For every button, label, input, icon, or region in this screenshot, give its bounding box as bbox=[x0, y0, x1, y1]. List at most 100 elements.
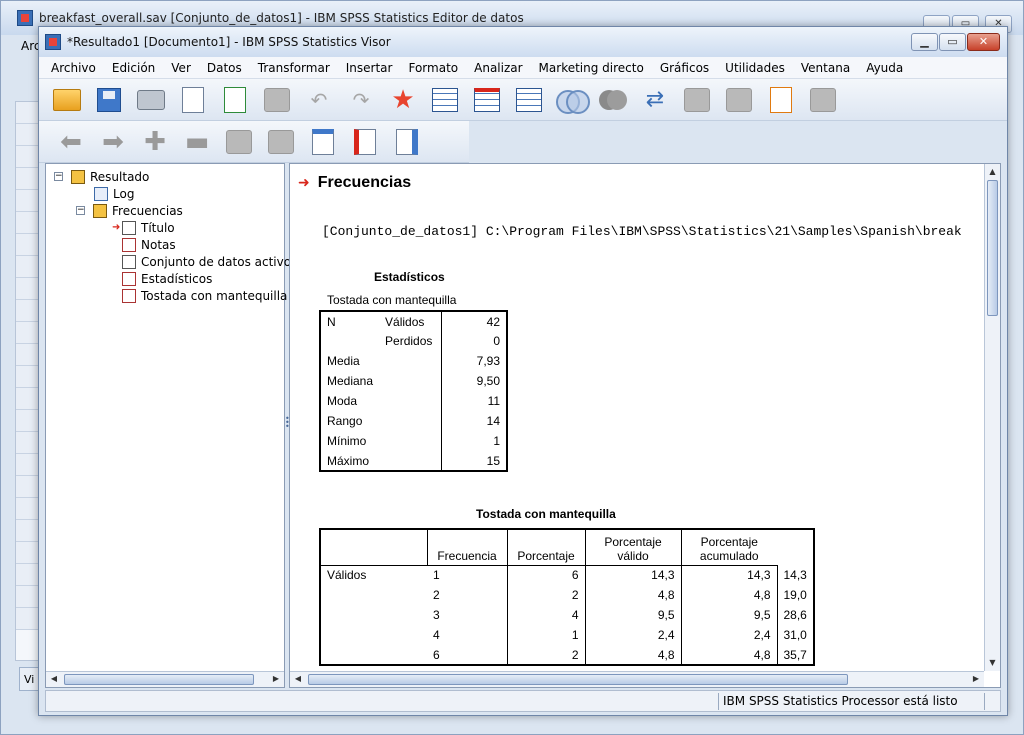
freq-porcentaje-valido[interactable]: 4,8 bbox=[680, 645, 777, 665]
insert-title-button[interactable] bbox=[349, 126, 381, 158]
minimize-button[interactable]: ▁ bbox=[911, 33, 938, 51]
run-script-button[interactable] bbox=[765, 84, 797, 116]
menu-edicion[interactable]: Edición bbox=[104, 61, 163, 75]
content-horizontal-scrollbar[interactable]: ◀ ▶ bbox=[290, 671, 984, 687]
collapse-icon[interactable]: − bbox=[76, 206, 85, 215]
insert-text-button[interactable] bbox=[391, 126, 423, 158]
frequency-table[interactable]: Frecuencia Porcentaje Porcentaje válido … bbox=[319, 528, 815, 666]
scroll-right-icon[interactable]: ▶ bbox=[269, 673, 283, 686]
status-resize-grip[interactable] bbox=[984, 693, 1000, 710]
freq-porcentaje[interactable]: 4,8 bbox=[584, 585, 681, 605]
stats-value[interactable]: 14 bbox=[440, 411, 508, 431]
freq-frecuencia[interactable]: 4 bbox=[506, 605, 585, 625]
print-button[interactable] bbox=[135, 84, 167, 116]
content-hscroll-thumb[interactable] bbox=[308, 674, 848, 685]
freq-porcentaje-valido[interactable]: 9,5 bbox=[680, 605, 777, 625]
goto-data-button[interactable]: ★ bbox=[387, 84, 419, 116]
recall-dialog-button[interactable] bbox=[261, 84, 293, 116]
pivot-button[interactable] bbox=[681, 84, 713, 116]
menu-ayuda[interactable]: Ayuda bbox=[858, 61, 911, 75]
freq-porcentaje-acumulado[interactable]: 14,3 bbox=[776, 565, 814, 585]
tree-item-log[interactable]: Log bbox=[54, 185, 291, 202]
output-title[interactable]: Frecuencias bbox=[318, 174, 411, 192]
menu-transformar[interactable]: Transformar bbox=[250, 61, 338, 75]
save-button[interactable] bbox=[93, 84, 125, 116]
tree-item-frecuencias[interactable]: − Frecuencias bbox=[54, 202, 291, 219]
designate-window-button[interactable]: ⇄ bbox=[639, 84, 671, 116]
menu-analizar[interactable]: Analizar bbox=[466, 61, 530, 75]
freq-porcentaje-acumulado[interactable]: 35,7 bbox=[776, 645, 814, 665]
menu-insertar[interactable]: Insertar bbox=[338, 61, 401, 75]
freq-porcentaje-acumulado[interactable]: 31,0 bbox=[776, 625, 814, 645]
stats-table[interactable]: N Válidos 42 Perdidos 0 Media 7,93 Mediana 9,50 M… bbox=[319, 310, 509, 472]
open-folder-button[interactable] bbox=[51, 84, 83, 116]
collapse-icon[interactable]: − bbox=[54, 172, 63, 181]
demote-button[interactable]: ➡ bbox=[97, 126, 129, 158]
tree-item-resultado[interactable]: − Resultado bbox=[54, 168, 291, 185]
tree-item-tostada[interactable]: Tostada con mantequilla bbox=[54, 287, 291, 304]
menu-graficos[interactable]: Gráficos bbox=[652, 61, 717, 75]
promote-button[interactable]: ⬅ bbox=[55, 126, 87, 158]
scroll-up-icon[interactable]: ▲ bbox=[986, 165, 999, 179]
menu-ventana[interactable]: Ventana bbox=[793, 61, 858, 75]
variables-button[interactable] bbox=[513, 84, 545, 116]
scroll-down-icon[interactable]: ▼ bbox=[986, 656, 999, 670]
maximize-button[interactable]: ▭ bbox=[939, 33, 966, 51]
freq-porcentaje[interactable]: 14,3 bbox=[584, 565, 681, 585]
scroll-right-icon[interactable]: ▶ bbox=[969, 673, 983, 686]
outline-scroll-thumb[interactable] bbox=[64, 674, 254, 685]
menu-formato[interactable]: Formato bbox=[400, 61, 466, 75]
dataset-syntax-line[interactable]: [Conjunto_de_datos1] C:\Program Files\IB… bbox=[322, 224, 962, 239]
content-vscroll-thumb[interactable] bbox=[987, 180, 998, 316]
undo-button[interactable]: ↶ bbox=[303, 84, 335, 116]
tree-item-titulo[interactable]: ➜ Título bbox=[54, 219, 291, 236]
scroll-left-icon[interactable]: ◀ bbox=[291, 673, 305, 686]
close-button[interactable]: ✕ bbox=[967, 33, 1000, 51]
show-button[interactable] bbox=[223, 126, 255, 158]
redo-button[interactable]: ↷ bbox=[345, 84, 377, 116]
stats-value[interactable]: 11 bbox=[440, 391, 508, 411]
freq-frecuencia[interactable]: 1 bbox=[506, 625, 585, 645]
freq-porcentaje-acumulado[interactable]: 19,0 bbox=[776, 585, 814, 605]
freq-frecuencia[interactable]: 2 bbox=[506, 585, 585, 605]
outline-horizontal-scrollbar[interactable]: ◀ ▶ bbox=[46, 671, 284, 687]
stats-row: Mínimo 1 bbox=[320, 431, 508, 451]
goto-variable-button[interactable] bbox=[471, 84, 503, 116]
show-all-variables-button[interactable] bbox=[597, 84, 629, 116]
print-preview-button[interactable] bbox=[177, 84, 209, 116]
content-vertical-scrollbar[interactable]: ▲ ▼ bbox=[984, 164, 1000, 671]
menu-ver[interactable]: Ver bbox=[163, 61, 199, 75]
menu-datos[interactable]: Datos bbox=[199, 61, 250, 75]
stats-value[interactable]: 1 bbox=[440, 431, 508, 451]
menu-marketing-directo[interactable]: Marketing directo bbox=[531, 61, 652, 75]
stats-value[interactable]: 15 bbox=[440, 451, 508, 471]
freq-porcentaje-valido[interactable]: 14,3 bbox=[680, 565, 777, 585]
edit-object-button[interactable] bbox=[723, 84, 755, 116]
freq-porcentaje[interactable]: 2,4 bbox=[584, 625, 681, 645]
stats-value[interactable]: 42 bbox=[440, 311, 508, 331]
insert-heading-button[interactable] bbox=[307, 126, 339, 158]
expand-button[interactable]: ✚ bbox=[139, 126, 171, 158]
freq-porcentaje[interactable]: 9,5 bbox=[584, 605, 681, 625]
use-sets-button[interactable] bbox=[555, 84, 590, 116]
freq-porcentaje-acumulado[interactable]: 28,6 bbox=[776, 605, 814, 625]
freq-porcentaje[interactable]: 4,8 bbox=[584, 645, 681, 665]
freq-porcentaje-valido[interactable]: 4,8 bbox=[680, 585, 777, 605]
export-button[interactable] bbox=[219, 84, 251, 116]
hide-button[interactable] bbox=[807, 84, 839, 116]
menu-utilidades[interactable]: Utilidades bbox=[717, 61, 793, 75]
hide-item-button[interactable] bbox=[265, 126, 297, 158]
menu-archivo[interactable]: Archivo bbox=[43, 61, 104, 75]
goto-case-button[interactable] bbox=[429, 84, 461, 116]
stats-value[interactable]: 7,93 bbox=[440, 351, 508, 371]
collapse-button[interactable]: ▬ bbox=[181, 126, 213, 158]
freq-frecuencia[interactable]: 6 bbox=[506, 565, 585, 585]
stats-value[interactable]: 0 bbox=[440, 331, 508, 351]
tree-item-conjunto[interactable]: Conjunto de datos activo bbox=[54, 253, 291, 270]
scroll-left-icon[interactable]: ◀ bbox=[47, 673, 61, 686]
tree-item-notas[interactable]: Notas bbox=[54, 236, 291, 253]
tree-item-estadisticos[interactable]: Estadísticos bbox=[54, 270, 291, 287]
freq-porcentaje-valido[interactable]: 2,4 bbox=[680, 625, 777, 645]
freq-frecuencia[interactable]: 2 bbox=[506, 645, 585, 665]
stats-value[interactable]: 9,50 bbox=[440, 371, 508, 391]
